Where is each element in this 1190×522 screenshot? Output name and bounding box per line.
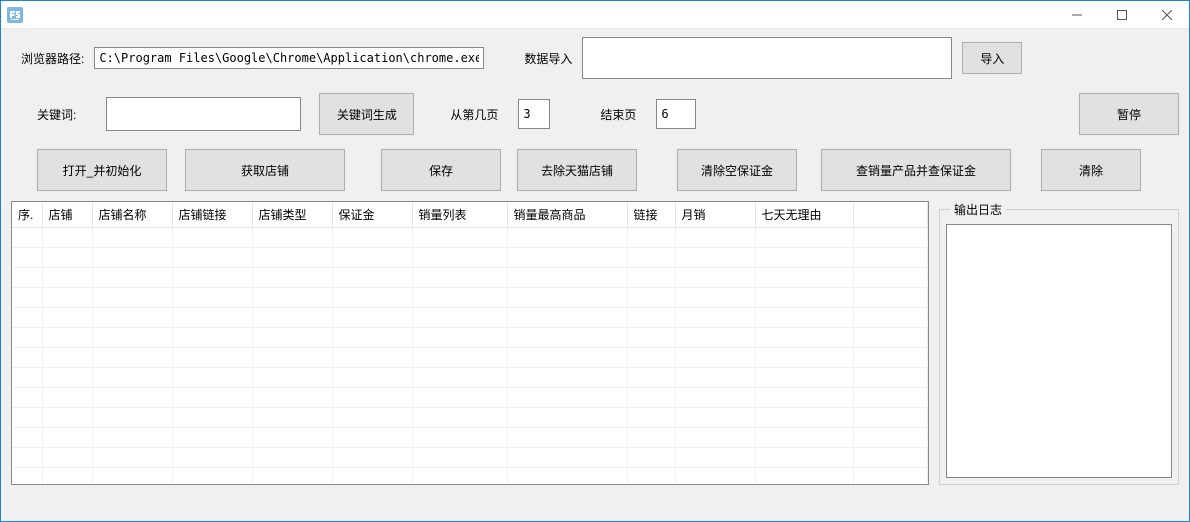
end-page-label: 结束页 xyxy=(600,106,636,123)
table-row[interactable] xyxy=(12,468,928,486)
log-content xyxy=(947,225,1171,478)
minimize-button[interactable] xyxy=(1054,1,1099,28)
col-deposit[interactable]: 保证金 xyxy=(332,202,412,228)
col-top-product[interactable]: 销量最高商品 xyxy=(507,202,627,228)
keyword-input[interactable] xyxy=(106,97,301,131)
col-shop-name[interactable]: 店铺名称 xyxy=(92,202,172,228)
col-shop-link[interactable]: 店铺链接 xyxy=(172,202,252,228)
keyword-label: 关键词: xyxy=(37,106,76,123)
col-index[interactable]: 序. xyxy=(12,202,42,228)
col-shop[interactable]: 店铺 xyxy=(42,202,92,228)
data-import-input[interactable] xyxy=(582,37,952,79)
log-textarea[interactable] xyxy=(946,224,1172,478)
data-import-label: 数据导入 xyxy=(524,50,572,67)
col-shop-type[interactable]: 店铺类型 xyxy=(252,202,332,228)
table-row[interactable] xyxy=(12,448,928,468)
from-page-label: 从第几页 xyxy=(450,106,498,123)
col-sales-list[interactable]: 销量列表 xyxy=(412,202,507,228)
save-button[interactable]: 保存 xyxy=(381,149,501,191)
clear-empty-deposit-button[interactable]: 清除空保证金 xyxy=(677,149,797,191)
table-row[interactable] xyxy=(12,368,928,388)
table-row[interactable] xyxy=(12,408,928,428)
log-legend: 输出日志 xyxy=(950,201,1006,218)
from-page-input[interactable] xyxy=(518,99,550,129)
open-init-button[interactable]: 打开_并初始化 xyxy=(37,149,167,191)
import-button[interactable]: 导入 xyxy=(962,42,1022,74)
get-shop-button[interactable]: 获取店铺 xyxy=(185,149,345,191)
table-row[interactable] xyxy=(12,328,928,348)
table-row[interactable] xyxy=(12,288,928,308)
data-table[interactable]: 序. 店铺 店铺名称 店铺链接 店铺类型 保证金 销量列表 销量最高商品 链接 … xyxy=(11,201,929,485)
client-area: 浏览器路径: 数据导入 导入 关键词: 关键词生成 从第几页 结束页 暂停 打开… xyxy=(1,29,1189,521)
app-icon xyxy=(7,7,23,23)
remove-tmall-button[interactable]: 去除天猫店铺 xyxy=(517,149,637,191)
check-sales-deposit-button[interactable]: 查销量产品并查保证金 xyxy=(821,149,1011,191)
table-header-row: 序. 店铺 店铺名称 店铺链接 店铺类型 保证金 销量列表 销量最高商品 链接 … xyxy=(12,202,928,228)
pause-button[interactable]: 暂停 xyxy=(1079,93,1179,135)
table-row[interactable] xyxy=(12,348,928,368)
browser-path-label: 浏览器路径: xyxy=(21,50,84,67)
maximize-icon xyxy=(1117,10,1127,20)
app-window: 浏览器路径: 数据导入 导入 关键词: 关键词生成 从第几页 结束页 暂停 打开… xyxy=(0,0,1190,522)
maximize-button[interactable] xyxy=(1099,1,1144,28)
clear-button[interactable]: 清除 xyxy=(1041,149,1141,191)
close-button[interactable] xyxy=(1144,1,1189,28)
table-row[interactable] xyxy=(12,228,928,248)
table-row[interactable] xyxy=(12,268,928,288)
log-groupbox: 输出日志 xyxy=(939,201,1179,485)
col-spacer xyxy=(853,202,928,228)
table-row[interactable] xyxy=(12,428,928,448)
browser-path-input[interactable] xyxy=(94,47,484,69)
table-row[interactable] xyxy=(12,388,928,408)
col-link[interactable]: 链接 xyxy=(627,202,675,228)
col-seven-day[interactable]: 七天无理由 xyxy=(755,202,853,228)
col-month-sales[interactable]: 月销 xyxy=(675,202,755,228)
table-row[interactable] xyxy=(12,248,928,268)
close-icon xyxy=(1162,10,1172,20)
table-body xyxy=(12,228,928,486)
generate-keyword-button[interactable]: 关键词生成 xyxy=(319,93,414,135)
end-page-input[interactable] xyxy=(656,99,696,129)
table-row[interactable] xyxy=(12,308,928,328)
minimize-icon xyxy=(1072,10,1082,20)
titlebar xyxy=(1,1,1189,29)
